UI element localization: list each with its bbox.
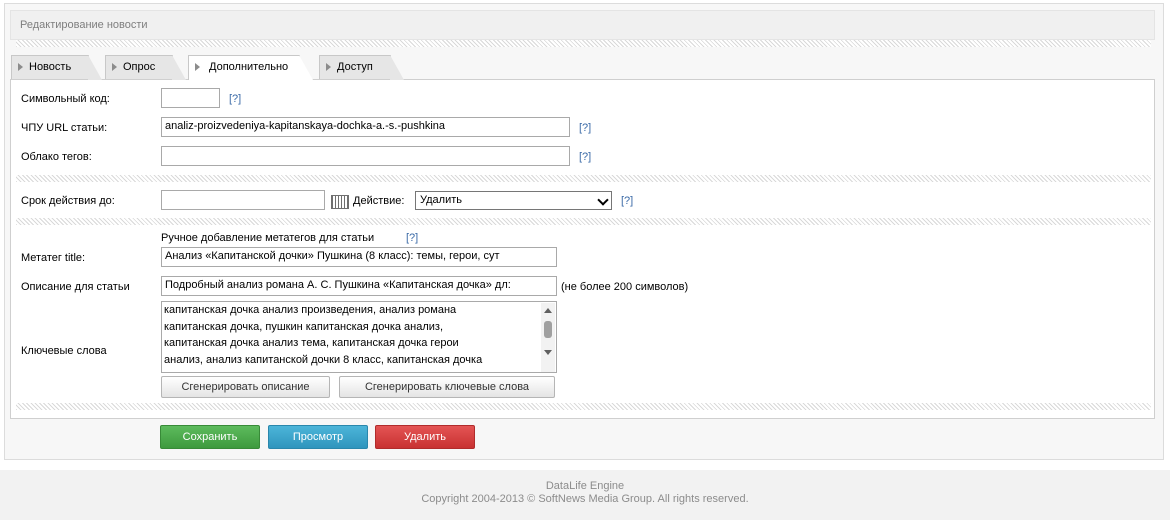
url-help-link[interactable]: [?] — [579, 122, 591, 134]
description-input[interactable]: Подробный анализ романа А. С. Пушкина «К… — [161, 276, 557, 296]
triangle-right-icon — [18, 63, 23, 71]
tags-label: Облако тегов: — [21, 151, 92, 163]
tab-access[interactable]: Доступ — [319, 55, 404, 80]
divider-stripe — [16, 218, 1151, 225]
meta-help-link[interactable]: [?] — [406, 232, 418, 244]
triangle-right-icon — [326, 63, 331, 71]
meta-heading: Ручное добавление метатегов для статьи — [161, 232, 375, 244]
tab-poll[interactable]: Опрос — [105, 55, 186, 80]
header-bar: Редактирование новости — [10, 10, 1155, 40]
expiry-help-link[interactable]: [?] — [621, 195, 633, 207]
url-input[interactable]: analiz-proizvedeniya-kapitanskaya-dochka… — [161, 117, 570, 137]
chevron-down-icon — [597, 194, 609, 206]
calendar-icon[interactable] — [331, 195, 349, 209]
tags-help-link[interactable]: [?] — [579, 151, 591, 163]
description-label: Описание для статьи — [21, 281, 130, 293]
keywords-label: Ключевые слова — [21, 345, 107, 357]
keywords-text: капитанская дочка анализ произведения, а… — [164, 304, 483, 366]
tab-label: Доступ — [337, 61, 373, 73]
footer-engine-name: DataLife Engine — [545, 480, 625, 492]
meta-title-label: Метатег title: — [21, 252, 86, 264]
generate-description-button[interactable]: Сгенерировать описание — [161, 376, 330, 398]
save-button[interactable]: Сохранить — [160, 425, 260, 449]
tags-input[interactable] — [161, 146, 570, 166]
footer-copyright: Copyright 2004-2013 © SoftNews Media Gro… — [421, 493, 749, 505]
description-limit-note: (не более 200 символов) — [561, 281, 689, 293]
generate-keywords-button[interactable]: Сгенерировать ключевые слова — [339, 376, 555, 398]
meta-title-input[interactable]: Анализ «Капитанской дочки» Пушкина (8 кл… — [161, 247, 557, 267]
scroll-down-icon[interactable] — [544, 350, 552, 355]
symbol-code-input[interactable] — [161, 88, 220, 108]
url-label: ЧПУ URL статьи: — [21, 122, 108, 134]
keywords-textarea[interactable]: капитанская дочка анализ произведения, а… — [161, 301, 557, 373]
footer: DataLife Engine Copyright 2004-2013 © So… — [0, 470, 1170, 520]
divider-stripe — [16, 403, 1151, 410]
page-title: Редактирование новости — [20, 19, 148, 31]
triangle-right-icon — [195, 63, 200, 71]
tab-additional[interactable]: Дополнительно — [188, 55, 313, 80]
action-select[interactable]: Удалить — [415, 191, 612, 210]
divider-stripe — [16, 175, 1151, 182]
symbol-code-help-link[interactable]: [?] — [229, 93, 241, 105]
divider-stripe — [16, 40, 1151, 47]
tab-bar: Новость Опрос Дополнительно Доступ — [10, 55, 1155, 80]
tab-label: Новость — [29, 61, 72, 73]
expiry-date-input[interactable] — [161, 190, 325, 210]
delete-button[interactable]: Удалить — [375, 425, 475, 449]
tab-label: Опрос — [123, 61, 156, 73]
action-label: Действие: — [353, 195, 405, 207]
tab-news[interactable]: Новость — [11, 55, 102, 80]
expiry-label: Срок действия до: — [21, 195, 115, 207]
textarea-scrollbar[interactable] — [541, 303, 555, 372]
symbol-code-label: Символьный код: — [21, 93, 110, 105]
preview-button[interactable]: Просмотр — [268, 425, 368, 449]
tab-label: Дополнительно — [209, 61, 289, 73]
scroll-up-icon[interactable] — [544, 308, 552, 313]
triangle-right-icon — [112, 63, 117, 71]
action-select-value: Удалить — [420, 194, 462, 206]
scroll-thumb[interactable] — [544, 321, 552, 338]
